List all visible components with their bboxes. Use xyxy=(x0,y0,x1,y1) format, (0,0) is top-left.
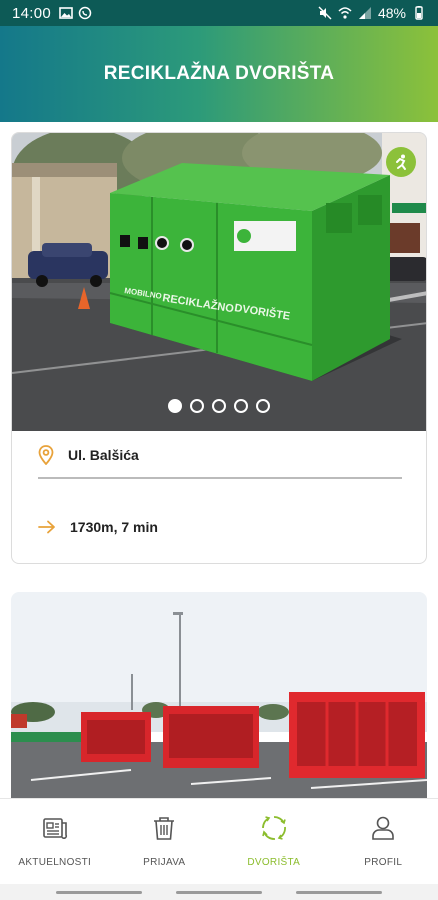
nav-item-aktuelnosti[interactable]: AKTUELNOSTI xyxy=(0,799,110,884)
battery-icon xyxy=(415,6,423,20)
pager-dot[interactable] xyxy=(190,399,204,413)
gesture-handle[interactable] xyxy=(296,890,382,894)
divider xyxy=(38,477,402,479)
wifi-icon xyxy=(338,7,352,19)
nav-label: PRIJAVA xyxy=(143,857,186,868)
arrow-right-icon xyxy=(38,520,55,534)
nav-label: PROFIL xyxy=(364,857,403,868)
mute-icon xyxy=(318,6,332,20)
nav-item-prijava[interactable]: PRIJAVA xyxy=(110,799,220,884)
yard-photo[interactable]: MOBILNO RECIKLAŽNO DVORIŠTE xyxy=(12,133,426,431)
nav-label: AKTUELNOSTI xyxy=(18,857,92,868)
viber-icon xyxy=(78,6,92,20)
yard-photo[interactable] xyxy=(11,592,427,798)
location-pin-icon xyxy=(38,445,54,465)
pager-dot[interactable] xyxy=(234,399,248,413)
address-row[interactable]: Ul. Balšića xyxy=(38,445,139,465)
recycling-container-image: MOBILNO RECIKLAŽNO DVORIŠTE xyxy=(12,133,426,431)
gesture-handle[interactable] xyxy=(176,890,262,894)
page-title: RECIKLAŽNA DVORIŠTA xyxy=(103,63,335,84)
status-time: 14:00 xyxy=(12,4,52,22)
yard-card[interactable] xyxy=(11,592,427,798)
profile-icon xyxy=(372,816,395,840)
distance-row[interactable]: 1730m, 7 min xyxy=(38,519,158,535)
yards-list[interactable]: MOBILNO RECIKLAŽNO DVORIŠTE Ul. Balšića … xyxy=(0,122,438,798)
image-icon xyxy=(59,7,73,19)
yard-card[interactable]: MOBILNO RECIKLAŽNO DVORIŠTE Ul. Balšića … xyxy=(11,132,427,564)
image-pager[interactable] xyxy=(12,399,426,413)
battery-percent: 48% xyxy=(377,5,406,21)
gesture-handle[interactable] xyxy=(56,890,142,894)
nav-label: DVORIŠTA xyxy=(247,857,301,868)
news-icon xyxy=(42,818,67,840)
app-header: RECIKLAŽNA DVORIŠTA xyxy=(0,26,438,122)
bottom-nav: AKTUELNOSTI PRIJAVA DVORIŠTA PROFIL xyxy=(0,798,438,884)
recycling-container-image xyxy=(11,592,427,798)
recycle-icon xyxy=(261,816,286,840)
distance-text: 1730m, 7 min xyxy=(70,519,158,535)
trash-icon xyxy=(154,817,175,840)
pager-dot[interactable] xyxy=(256,399,270,413)
address-text: Ul. Balšića xyxy=(68,447,139,463)
nav-item-dvorista[interactable]: DVORIŠTA xyxy=(219,799,329,884)
signal-icon xyxy=(358,7,371,19)
pager-dot[interactable] xyxy=(168,399,182,413)
nav-item-profil[interactable]: PROFIL xyxy=(329,799,438,884)
recycle-badge-icon[interactable] xyxy=(386,147,416,177)
system-gesture-bar[interactable] xyxy=(0,884,438,900)
pager-dot[interactable] xyxy=(212,399,226,413)
status-bar: 14:00 48% xyxy=(0,0,438,26)
